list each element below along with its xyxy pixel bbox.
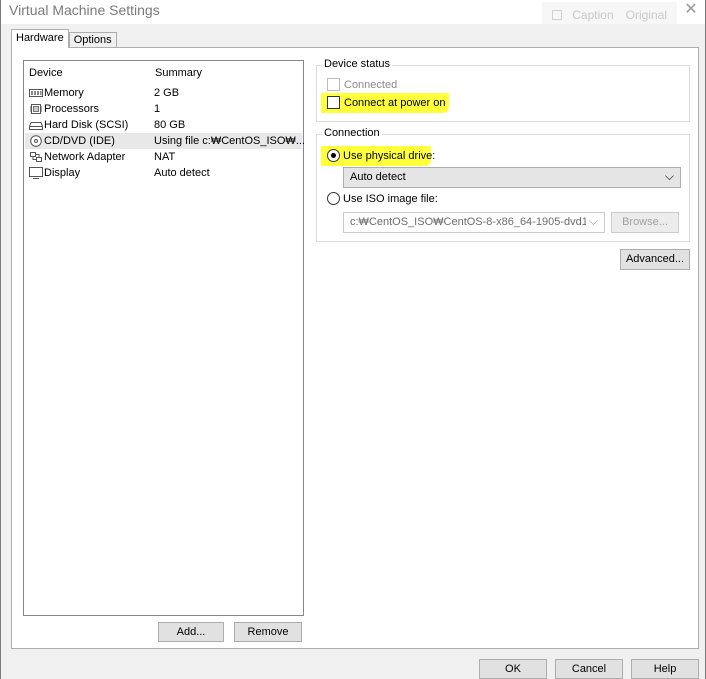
device-row-display[interactable]: Display Auto detect [25, 165, 302, 181]
iso-image-path-value: c:₩CentOS_ISO₩CentOS-8-x86_64-1905-dvd1.… [350, 216, 586, 228]
chevron-down-icon: ⌵ [664, 169, 674, 183]
device-name: Network Adapter [44, 151, 126, 163]
device-summary: Using file c:₩CentOS_ISO₩... [154, 135, 305, 147]
iso-image-path-combo[interactable]: c:₩CentOS_ISO₩CentOS-8-x86_64-1905-dvd1.… [343, 212, 605, 233]
device-summary: NAT [154, 151, 176, 163]
device-row-cd-dvd[interactable]: CD/DVD (IDE) Using file c:₩CentOS_ISO₩..… [25, 133, 305, 149]
caption-button[interactable]: Caption [546, 4, 619, 26]
advanced-button[interactable]: Advanced... [620, 249, 690, 270]
remove-device-button[interactable]: Remove [234, 622, 302, 642]
device-status-legend: Device status [322, 58, 393, 70]
device-status-group: Device status Connected Connect at power… [316, 58, 690, 122]
title-bar: Virtual Machine Settings Caption Origina… [1, 0, 705, 24]
use-physical-drive-radio[interactable] [327, 149, 340, 162]
device-summary: Auto detect [154, 167, 210, 179]
close-icon[interactable]: ✕ [677, 0, 705, 24]
column-header-summary[interactable]: Summary [155, 67, 202, 79]
device-name: Memory [44, 87, 84, 99]
original-button[interactable]: Original [620, 4, 673, 26]
ok-button[interactable]: OK [479, 659, 547, 679]
device-summary: 80 GB [154, 119, 186, 131]
device-summary: 1 [154, 103, 161, 115]
connected-label: Connected [344, 79, 398, 91]
use-iso-image-radio[interactable] [327, 192, 340, 205]
chevron-down-icon: ⌵ [588, 214, 598, 228]
display-icon [29, 167, 43, 179]
device-name: Hard Disk (SCSI) [44, 119, 129, 131]
processor-icon [30, 104, 42, 114]
use-iso-image-label: Use ISO image file: [343, 193, 438, 205]
caption-square-icon [552, 10, 563, 20]
device-row-memory[interactable]: Memory 2 GB [25, 85, 302, 101]
memory-icon [29, 89, 43, 97]
cd-dvd-icon [30, 135, 42, 147]
device-row-network-adapter[interactable]: Network Adapter NAT [25, 149, 302, 165]
device-list-header: Device Summary [29, 67, 299, 81]
device-name: CD/DVD (IDE) [44, 135, 115, 147]
device-name: Display [44, 167, 81, 179]
window-title: Virtual Machine Settings [9, 2, 160, 18]
tab-options[interactable]: Options [68, 32, 117, 48]
use-physical-drive-label: Use physical drive: [343, 150, 436, 162]
cancel-button[interactable]: Cancel [555, 659, 623, 679]
help-button[interactable]: Help [631, 659, 699, 679]
tab-bar: Hardware Options [11, 29, 117, 48]
add-device-button[interactable]: Add... [158, 622, 224, 642]
hard-disk-icon [29, 122, 43, 130]
device-row-hard-disk[interactable]: Hard Disk (SCSI) 80 GB [25, 117, 302, 133]
connect-at-power-on-label: Connect at power on [344, 97, 446, 109]
connection-group: Connection Use physical drive: Auto dete… [316, 127, 690, 242]
caption-toggle-group: Caption Original [542, 2, 677, 24]
device-row-processors[interactable]: Processors 1 [25, 101, 302, 117]
hardware-tab-panel: Device Summary Memory 2 GB Processors 1 … [11, 47, 699, 649]
physical-drive-value: Auto detect [350, 171, 406, 183]
vm-settings-window: Virtual Machine Settings Caption Origina… [0, 0, 706, 679]
device-name: Processors [44, 103, 100, 115]
physical-drive-select[interactable]: Auto detect ⌵ [343, 167, 681, 188]
network-adapter-icon [30, 152, 42, 162]
browse-button[interactable]: Browse... [611, 212, 679, 233]
connect-at-power-on-checkbox[interactable] [327, 96, 340, 109]
device-summary: 2 GB [154, 87, 180, 99]
tab-hardware[interactable]: Hardware [11, 29, 69, 48]
connection-legend: Connection [322, 127, 382, 139]
device-list[interactable]: Device Summary Memory 2 GB Processors 1 … [23, 60, 305, 616]
column-header-device[interactable]: Device [29, 67, 63, 79]
connected-checkbox[interactable] [327, 78, 340, 91]
